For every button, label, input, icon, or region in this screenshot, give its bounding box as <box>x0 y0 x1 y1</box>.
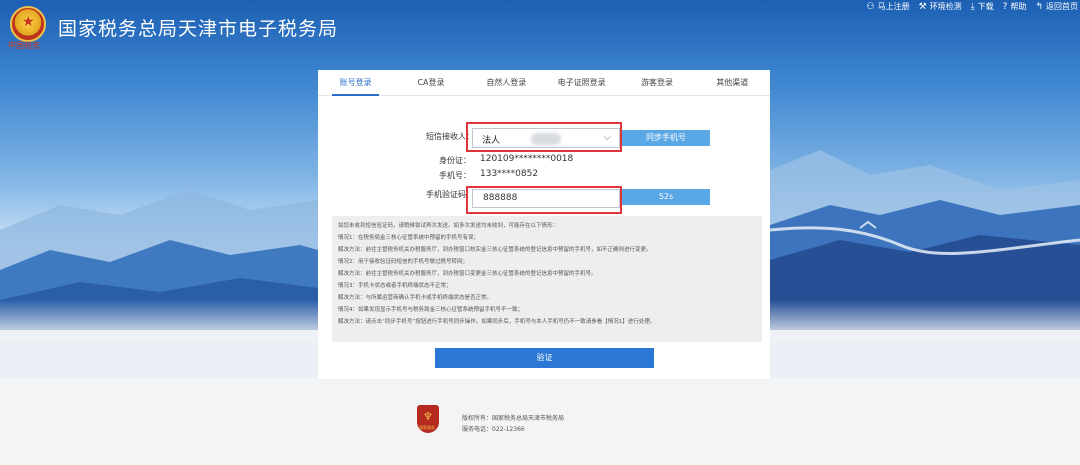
logo-caption: 国家税务 <box>419 425 435 430</box>
back-home-link[interactable]: ↰ 返回首页 <box>1035 1 1078 12</box>
footer-copyright: 版权所有：国家税务总局天津市税务局 <box>462 415 565 422</box>
help-link[interactable]: ? 帮助 <box>1003 1 1027 12</box>
phone-value: 133****0852 <box>480 169 539 179</box>
help-icon: ? <box>1002 1 1008 12</box>
env-check-link[interactable]: ⚒ 环境检测 <box>919 1 962 12</box>
tab-account-login[interactable]: 账号登录 <box>318 70 393 96</box>
site-title: 国家税务总局天津市电子税务局 <box>58 18 339 40</box>
top-links: ⚇ 马上注册 ⚒ 环境检测 ⤓ 下载 ? 帮助 ↰ 返回首页 <box>867 1 1078 12</box>
login-tabs: 账号登录 CA登录 自然人登录 电子证照登录 游客登录 其他渠道 <box>318 70 770 96</box>
back-icon: ↰ <box>1035 1 1043 12</box>
tax-emblem-icon: ★ <box>10 6 46 42</box>
tab-natural-person-login[interactable]: 自然人登录 <box>469 70 544 95</box>
id-label: 身份证： <box>439 156 471 165</box>
tab-guest-login[interactable]: 游客登录 <box>619 70 694 95</box>
site-header: ★ 中国税务 国家税务总局天津市电子税务局 ⚇ 马上注册 ⚒ 环境检测 ⤓ 下载 ? 帮… <box>0 0 1080 52</box>
notice-line: 如您未收到短信验证码，请稍候尝试再次发送。如多次发送均未收到，可能存在以下情形： <box>338 223 559 229</box>
sync-phone-button[interactable]: 同步手机号 <box>622 130 710 146</box>
download-icon: ⤓ <box>970 1 975 12</box>
notice-line: 解决方法：请点击“同步手机号”按钮进行手机号同步操作。如果同步后，手机号与本人手… <box>338 319 656 325</box>
tab-ca-login[interactable]: CA登录 <box>393 70 468 95</box>
emblem-caption: 中国税务 <box>8 41 40 50</box>
notice-line: 情况2：用于接收验证码短信的手机号做过携号转网； <box>338 259 469 265</box>
download-link[interactable]: ⤓ 下载 <box>971 1 994 12</box>
notice-line: 解决方法：前往主管税务机关办税服务厅，到办税窗口变更金三核心征管系统的登记信息中… <box>338 271 597 277</box>
notice-line: 情况3：手机卡状态或者手机终端状态不正常； <box>338 283 452 289</box>
star-icon: ★ <box>22 14 35 30</box>
tab-e-license-login[interactable]: 电子证照登录 <box>544 70 619 95</box>
notice-line: 解决方法：前往主管税务机关办税服务厅，到办税窗口核实金三核心征管系统的登记信息中… <box>338 247 652 253</box>
code-label: 手机验证码 <box>426 190 466 199</box>
footer-hotline: 服务电话：022-12366 <box>462 426 525 433</box>
code-highlight <box>466 186 622 214</box>
notice-line: 情况1：在税务局金三核心征管系统中预留的手机号有误； <box>338 235 480 241</box>
recipient-highlight <box>466 122 622 152</box>
phone-label: 手机号： <box>439 171 471 180</box>
notice-line: 解决方法：与所属运营商确认手机卡或手机终端状态是否正常。 <box>338 295 493 301</box>
tab-other-channels[interactable]: 其他渠道 <box>695 70 770 95</box>
countdown-button[interactable]: 52s <box>622 189 710 205</box>
tax-logo-icon: ♆ 国家税务 <box>417 405 439 433</box>
verify-button[interactable]: 验证 <box>435 348 654 368</box>
register-link[interactable]: ⚇ 马上注册 <box>867 1 910 12</box>
wrench-icon: ⚒ <box>918 1 927 12</box>
notice-line: 情况4：如果发现显示手机号与税务局金三核心征管系统预留手机号不一致； <box>338 307 524 313</box>
user-icon: ⚇ <box>866 1 875 12</box>
id-value: 120109********0018 <box>480 154 574 164</box>
login-card: 账号登录 CA登录 自然人登录 电子证照登录 游客登录 其他渠道 短信接收人： … <box>318 70 770 379</box>
help-notice: 如您未收到短信验证码，请稍候尝试再次发送。如多次发送均未收到，可能存在以下情形：… <box>332 216 762 342</box>
logo-mark: ♆ <box>423 410 433 423</box>
